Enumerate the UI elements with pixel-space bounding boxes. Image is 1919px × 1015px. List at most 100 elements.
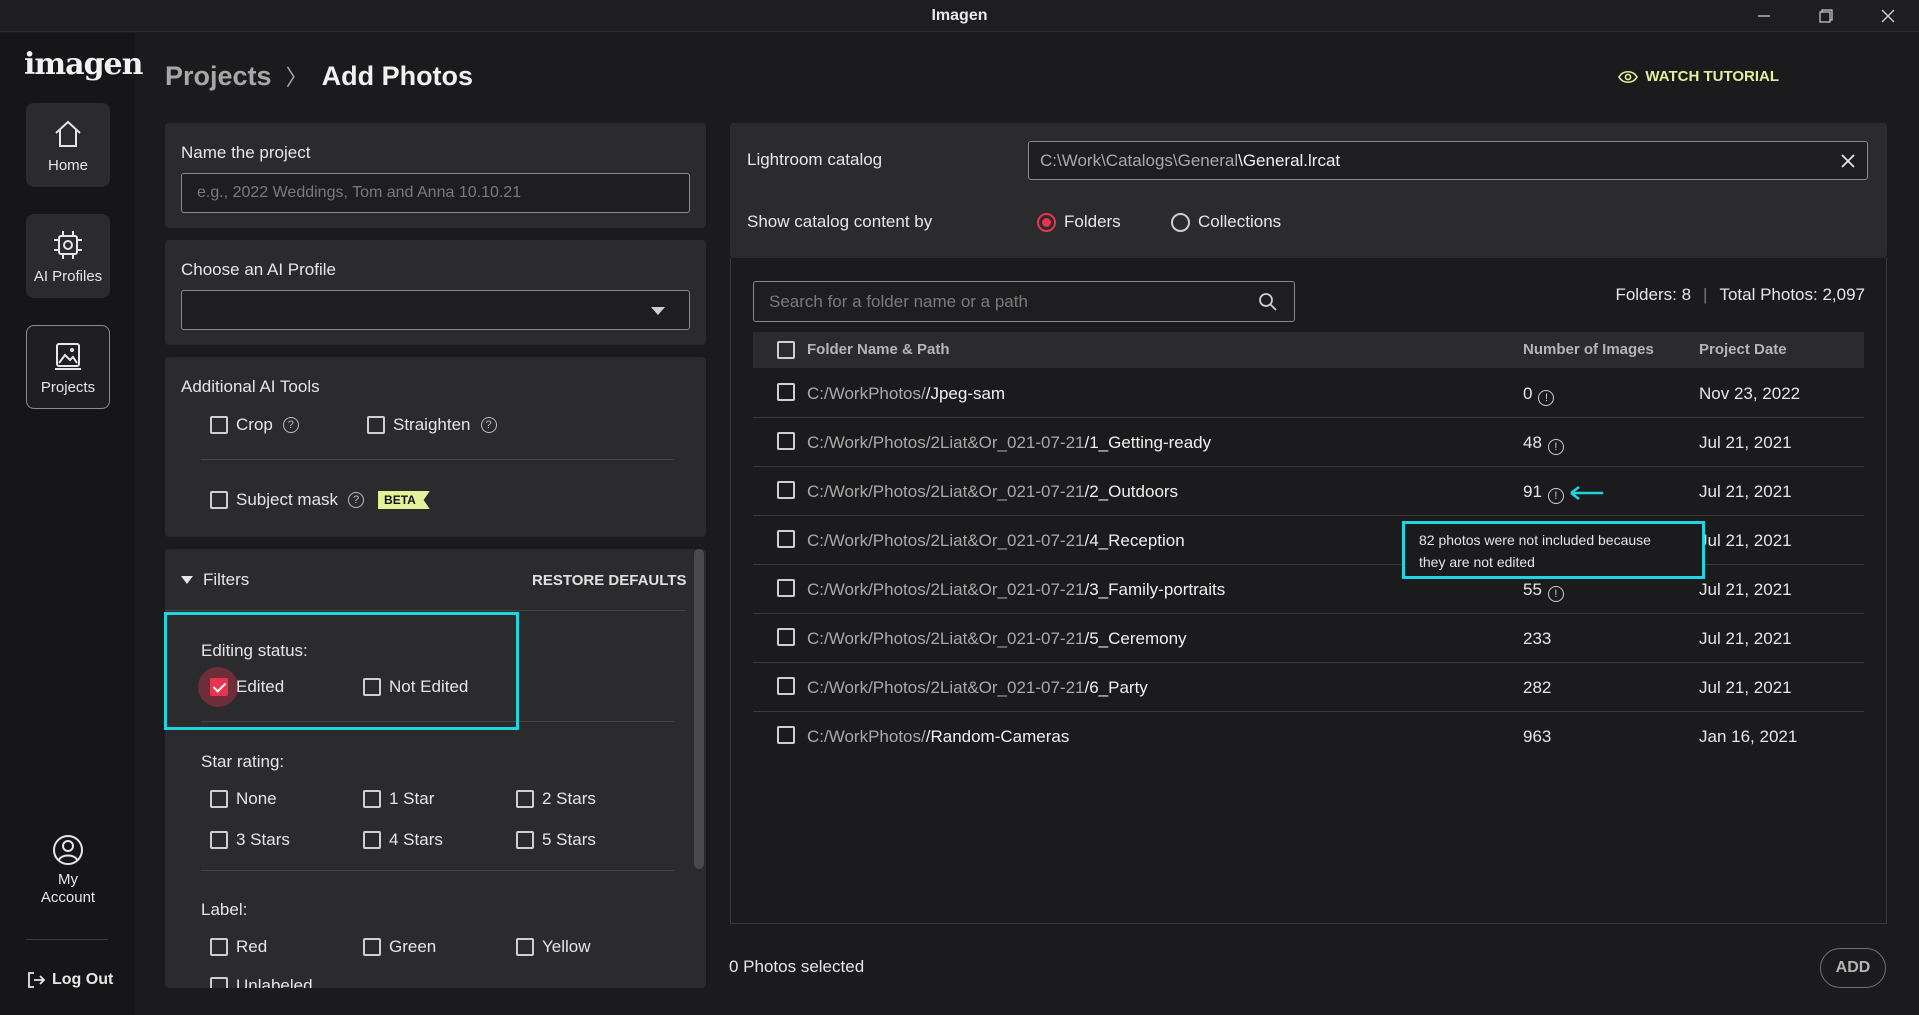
subject-mask-checkbox-box[interactable] [210,491,228,509]
checkbox-box[interactable] [516,790,534,808]
row-checkbox[interactable] [777,628,795,646]
folder-search-input[interactable]: Search for a folder name or a path [753,281,1295,322]
row-checkbox[interactable] [777,432,795,450]
star-5-checkbox[interactable]: 5 Stars [516,830,596,850]
info-icon[interactable]: ! [1547,439,1564,455]
home-icon [55,120,81,147]
checkbox-box[interactable] [363,790,381,808]
info-icon[interactable]: ! [1547,586,1564,602]
folders-count: Folders: 8 [1615,285,1692,304]
project-name-label: Name the project [181,143,311,162]
star-label: 5 Stars [542,830,596,849]
table-row[interactable]: C:/Work/Photos/2Liat&Or_021-07-21/1_Gett… [753,418,1864,467]
ai-tools-panel: Additional AI Tools Crop ? Straighten ? … [165,357,706,537]
row-checkbox[interactable] [777,530,795,548]
star-4-checkbox[interactable]: 4 Stars [363,830,443,850]
filters-title: Filters [203,570,250,589]
account-label-line1: My [58,871,78,888]
row-checkbox[interactable] [777,677,795,695]
label-green-checkbox[interactable]: Green [363,937,436,957]
folder-path: C:/Work/Photos/2Liat&Or_021-07-21/3_Fami… [807,580,1225,600]
folders-radio-dot[interactable] [1037,212,1056,232]
sidebar-item-label: Projects [40,378,96,396]
star-1-checkbox[interactable]: 1 Star [363,789,434,809]
app-logo: imagen [24,47,143,82]
select-all-checkbox[interactable] [777,341,795,359]
clear-icon[interactable] [1841,154,1855,168]
checkbox-box[interactable] [210,790,228,808]
star-label: 4 Stars [389,830,443,849]
catalog-path-dir: C:\Work\Catalogs\General [1040,150,1239,170]
row-checkbox[interactable] [777,726,795,744]
search-icon[interactable] [1258,292,1278,312]
col-number-of-images[interactable]: Number of Images [1523,341,1654,358]
close-icon[interactable] [1868,4,1908,28]
add-button[interactable]: ADD [1820,948,1886,988]
table-row[interactable]: C:/Work/Photos/2Liat&Or_021-07-21/6_Part… [753,663,1864,712]
table-row[interactable]: C:/WorkPhotos//Random-Cameras 963 Jan 16… [753,712,1864,761]
filters-toggle[interactable]: Filters [181,570,249,590]
minimize-icon[interactable] [1744,4,1784,28]
info-icon[interactable]: ! [1547,488,1564,504]
label-red-checkbox[interactable]: Red [210,937,267,957]
maximize-icon[interactable] [1806,4,1846,28]
restore-defaults-button[interactable]: RESTORE DEFAULTS [532,572,686,589]
folder-path-dir: C:/Work/Photos/2Liat&Or_021-07-21 [807,678,1085,697]
label-yellow-checkbox[interactable]: Yellow [516,937,591,957]
checkbox-box[interactable] [516,831,534,849]
star-label: None [236,789,277,808]
info-icon[interactable]: ! [1538,390,1555,406]
checkbox-box[interactable] [516,938,534,956]
image-count-value: 282 [1523,678,1552,697]
checkbox-box[interactable] [210,977,228,988]
row-checkbox[interactable] [777,481,795,499]
row-checkbox[interactable] [777,579,795,597]
row-checkbox[interactable] [777,383,795,401]
table-header: Folder Name & Path Number of Images Proj… [753,332,1864,368]
folder-path-name: /2_Outdoors [1084,482,1179,501]
sidebar-item-projects[interactable]: Projects [26,325,110,409]
checkbox-box[interactable] [210,938,228,956]
checkbox-box[interactable] [363,831,381,849]
crop-checkbox-box[interactable] [210,416,228,434]
help-icon[interactable]: ? [348,492,365,508]
logout-button[interactable]: Log Out [26,970,113,990]
col-folder-name[interactable]: Folder Name & Path [807,341,950,358]
ai-profile-select[interactable] [181,290,690,330]
sidebar-item-home[interactable]: Home [26,103,110,187]
col-project-date[interactable]: Project Date [1699,341,1787,358]
watch-tutorial-button[interactable]: WATCH TUTORIAL [1618,68,1779,85]
help-icon[interactable]: ? [282,417,299,433]
color-label: Green [389,937,437,956]
straighten-checkbox[interactable]: Straighten ? [367,415,497,435]
catalog-path-field[interactable]: C:\Work\Catalogs\General \General.lrcat [1028,141,1868,180]
table-row[interactable]: C:/WorkPhotos//Jpeg-sam 0! Nov 23, 2022 [753,369,1864,418]
breadcrumb-projects[interactable]: Projects [165,61,272,92]
table-row[interactable]: C:/Work/Photos/2Liat&Or_021-07-21/2_Outd… [753,467,1864,516]
folder-path-name: /3_Family-portraits [1084,580,1226,599]
label-unlabeled-checkbox[interactable]: Unlabeled [210,976,313,988]
collections-radio-dot[interactable] [1171,212,1190,232]
star-none-checkbox[interactable]: None [210,789,277,809]
help-icon[interactable]: ? [480,417,497,433]
image-count-value: 233 [1523,629,1552,648]
straighten-checkbox-box[interactable] [367,416,385,434]
subject-mask-checkbox[interactable]: Subject mask ? BETA [210,490,430,510]
show-by-label: Show catalog content by [747,212,933,231]
chevron-down-icon [651,307,665,315]
sidebar-item-ai-profiles[interactable]: AI Profiles [26,214,110,298]
crop-checkbox[interactable]: Crop ? [210,415,299,435]
table-row[interactable]: C:/Work/Photos/2Liat&Or_021-07-21/5_Cere… [753,614,1864,663]
project-name-input[interactable]: e.g., 2022 Weddings, Tom and Anna 10.10.… [181,173,690,213]
image-count-value: 48 [1523,433,1542,452]
checkbox-box[interactable] [363,938,381,956]
my-account-button[interactable]: My Account [26,833,110,907]
collections-radio[interactable]: Collections [1171,212,1281,232]
star-3-checkbox[interactable]: 3 Stars [210,830,290,850]
checkbox-box[interactable] [210,831,228,849]
sidebar-divider [26,939,108,940]
folders-radio[interactable]: Folders [1037,212,1121,232]
filters-scrollbar[interactable] [694,549,704,869]
star-2-checkbox[interactable]: 2 Stars [516,789,596,809]
folder-path-name: /Random-Cameras [925,727,1070,746]
